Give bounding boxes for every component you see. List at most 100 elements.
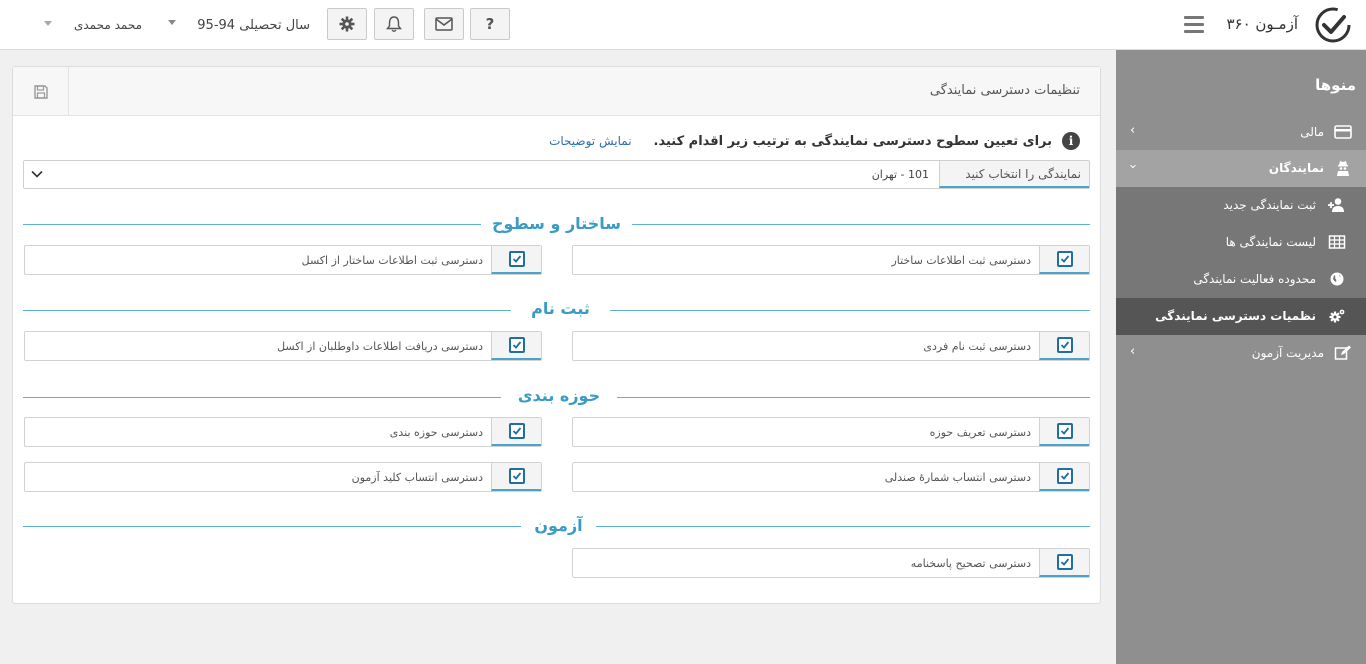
chevron-down-icon: [31, 170, 43, 178]
section-title-districting: حوزه بندی: [517, 386, 601, 405]
check-icon: [1060, 341, 1069, 349]
sidebar-item-label: مدیریت آزمون: [1251, 346, 1324, 360]
check-circle-logo-icon[interactable]: [1314, 6, 1352, 44]
section-divider: [23, 224, 481, 225]
info-circle-icon: i: [1062, 132, 1080, 150]
check-icon: [512, 472, 521, 480]
credit-card-icon: [1334, 125, 1352, 139]
check-icon: [512, 255, 521, 263]
save-button[interactable]: [13, 67, 69, 116]
permission-candidates-excel: دسترسی دریافت اطلاعات داوطلبان از اکسل: [24, 331, 542, 361]
hamburger-icon[interactable]: [1184, 16, 1204, 34]
sidebar-subitem-agency-list[interactable]: لیست نمایندگی ها: [1116, 224, 1366, 261]
envelope-icon: [435, 17, 453, 31]
sidebar-subitem-label: محدوده فعالیت نمایندگی: [1193, 272, 1316, 286]
check-icon: [512, 427, 521, 435]
sidebar-item-agencies[interactable]: نمایندگان ‹: [1116, 150, 1366, 187]
permission-label: دسترسی انتساب شمارهٔ صندلی: [884, 471, 1031, 484]
section-divider: [23, 526, 521, 527]
sidebar-subitem-activity-area[interactable]: محدوده فعالیت نمایندگی: [1116, 261, 1366, 298]
chevron-down-icon: ‹: [1125, 163, 1141, 170]
permission-checkbox[interactable]: [1039, 246, 1089, 274]
instruction-row: i برای تعیین سطوح دسترسی نمایندگی به ترت…: [549, 130, 1080, 152]
chevron-down-icon: [168, 20, 176, 25]
floppy-disk-icon: [33, 84, 48, 99]
instruction-text: برای تعیین سطوح دسترسی نمایندگی به ترتیب…: [653, 133, 1052, 149]
permission-individual-registration: دسترسی ثبت نام فردی: [572, 331, 1090, 361]
permission-label: دسترسی انتساب کلید آزمون: [351, 471, 483, 484]
sidebar-subitem-label: نظمیات دسترسی نمایندگی: [1155, 309, 1316, 323]
sidebar-subitem-label: لیست نمایندگی ها: [1225, 235, 1316, 249]
sidebar-subitem-new-agency[interactable]: ثبت نمایندگی جدید: [1116, 187, 1366, 224]
check-icon: [1060, 427, 1069, 435]
permission-label: دسترسی ثبت نام فردی: [923, 340, 1031, 353]
sidebar-item-exam-management[interactable]: مدیریت آزمون ›: [1116, 335, 1366, 372]
permission-checkbox[interactable]: [491, 246, 541, 274]
access-settings-panel: تنظیمات دسترسی نمایندگی i برای تعیین سطو…: [12, 66, 1101, 604]
permission-structure-info: دسترسی ثبت اطلاعات ساختار: [572, 245, 1090, 275]
chevron-down-icon: [44, 21, 52, 26]
section-divider: [617, 397, 1090, 398]
help-button[interactable]: ?: [470, 8, 510, 40]
permission-checkbox[interactable]: [1039, 463, 1089, 491]
sidebar-item-finance[interactable]: مالی ›: [1116, 114, 1366, 151]
sidebar-item-label: نمایندگان: [1268, 161, 1324, 175]
check-icon: [512, 341, 521, 349]
academic-year-label: سال تحصیلی 94-95: [197, 17, 310, 33]
sidebar-title: منوها: [1315, 76, 1356, 94]
bell-icon: [386, 16, 402, 32]
app-title: آزمـون ۳۶۰: [1226, 15, 1298, 33]
user-secret-icon: [1337, 161, 1349, 176]
table-icon: [1328, 235, 1346, 249]
permission-structure-excel: دسترسی ثبت اطلاعات ساختار از اکسل: [24, 245, 542, 275]
agency-select-label: نمایندگی را انتخاب کنید: [939, 161, 1089, 188]
permission-label: دسترسی ثبت اطلاعات ساختار از اکسل: [301, 254, 483, 267]
permission-checkbox[interactable]: [1039, 332, 1089, 360]
permission-checkbox[interactable]: [1039, 549, 1089, 577]
edit-icon: [1334, 345, 1351, 360]
permission-define-district: دسترسی تعریف حوزه: [572, 417, 1090, 447]
sidebar: منوها مالی › نمایندگان ‹ ثبت نمایندگی جد…: [1116, 50, 1366, 664]
user-name: محمد محمدی: [73, 18, 142, 32]
permission-answer-sheet-correction: دسترسی تصحیح پاسخنامه: [572, 548, 1090, 578]
agency-select[interactable]: نمایندگی را انتخاب کنید 101 - تهران: [23, 160, 1090, 189]
section-divider: [23, 397, 501, 398]
section-title-exam: آزمون: [534, 516, 583, 535]
permission-label: دسترسی تعریف حوزه: [929, 426, 1031, 439]
permission-label: دسترسی حوزه بندی: [389, 426, 483, 439]
top-bar: آزمـون ۳۶۰ ? سال تحصیلی 94-95 محمد محمدی: [0, 0, 1366, 50]
settings-button[interactable]: [327, 8, 367, 40]
permission-checkbox[interactable]: [491, 418, 541, 446]
page-title: تنظیمات دسترسی نمایندگی: [929, 83, 1080, 98]
question-icon: ?: [485, 15, 495, 33]
user-menu[interactable]: محمد محمدی: [44, 15, 142, 35]
gear-icon: [339, 16, 355, 32]
permission-checkbox[interactable]: [1039, 418, 1089, 446]
section-divider: [23, 310, 511, 311]
permission-districting: دسترسی حوزه بندی: [24, 417, 542, 447]
permission-checkbox[interactable]: [491, 463, 541, 491]
mail-button[interactable]: [424, 8, 464, 40]
section-divider: [632, 224, 1090, 225]
permission-seat-assignment: دسترسی انتساب شمارهٔ صندلی: [572, 462, 1090, 492]
sidebar-item-label: مالی: [1300, 125, 1324, 139]
globe-icon: [1330, 272, 1344, 286]
section-title-structure: ساختار و سطوح: [492, 214, 621, 233]
permission-label: دسترسی تصحیح پاسخنامه: [910, 557, 1031, 570]
section-title-registration: ثبت نام: [531, 299, 590, 318]
check-icon: [1060, 558, 1069, 566]
check-icon: [1060, 472, 1069, 480]
academic-year-select[interactable]: سال تحصیلی 94-95: [168, 15, 310, 35]
permission-label: دسترسی دریافت اطلاعات داوطلبان از اکسل: [277, 340, 483, 353]
user-plus-icon: [1328, 198, 1344, 212]
sidebar-subitem-access-settings[interactable]: نظمیات دسترسی نمایندگی: [1116, 298, 1366, 335]
chevron-left-icon: ›: [1130, 123, 1136, 138]
permission-exam-key-assignment: دسترسی انتساب کلید آزمون: [24, 462, 542, 492]
notifications-button[interactable]: [374, 8, 414, 40]
section-divider: [596, 526, 1090, 527]
section-divider: [610, 310, 1090, 311]
panel-header: تنظیمات دسترسی نمایندگی: [13, 67, 1100, 116]
permission-checkbox[interactable]: [491, 332, 541, 360]
show-description-link[interactable]: نمایش توضیحات: [549, 134, 631, 148]
chevron-left-icon: ›: [1130, 344, 1136, 359]
